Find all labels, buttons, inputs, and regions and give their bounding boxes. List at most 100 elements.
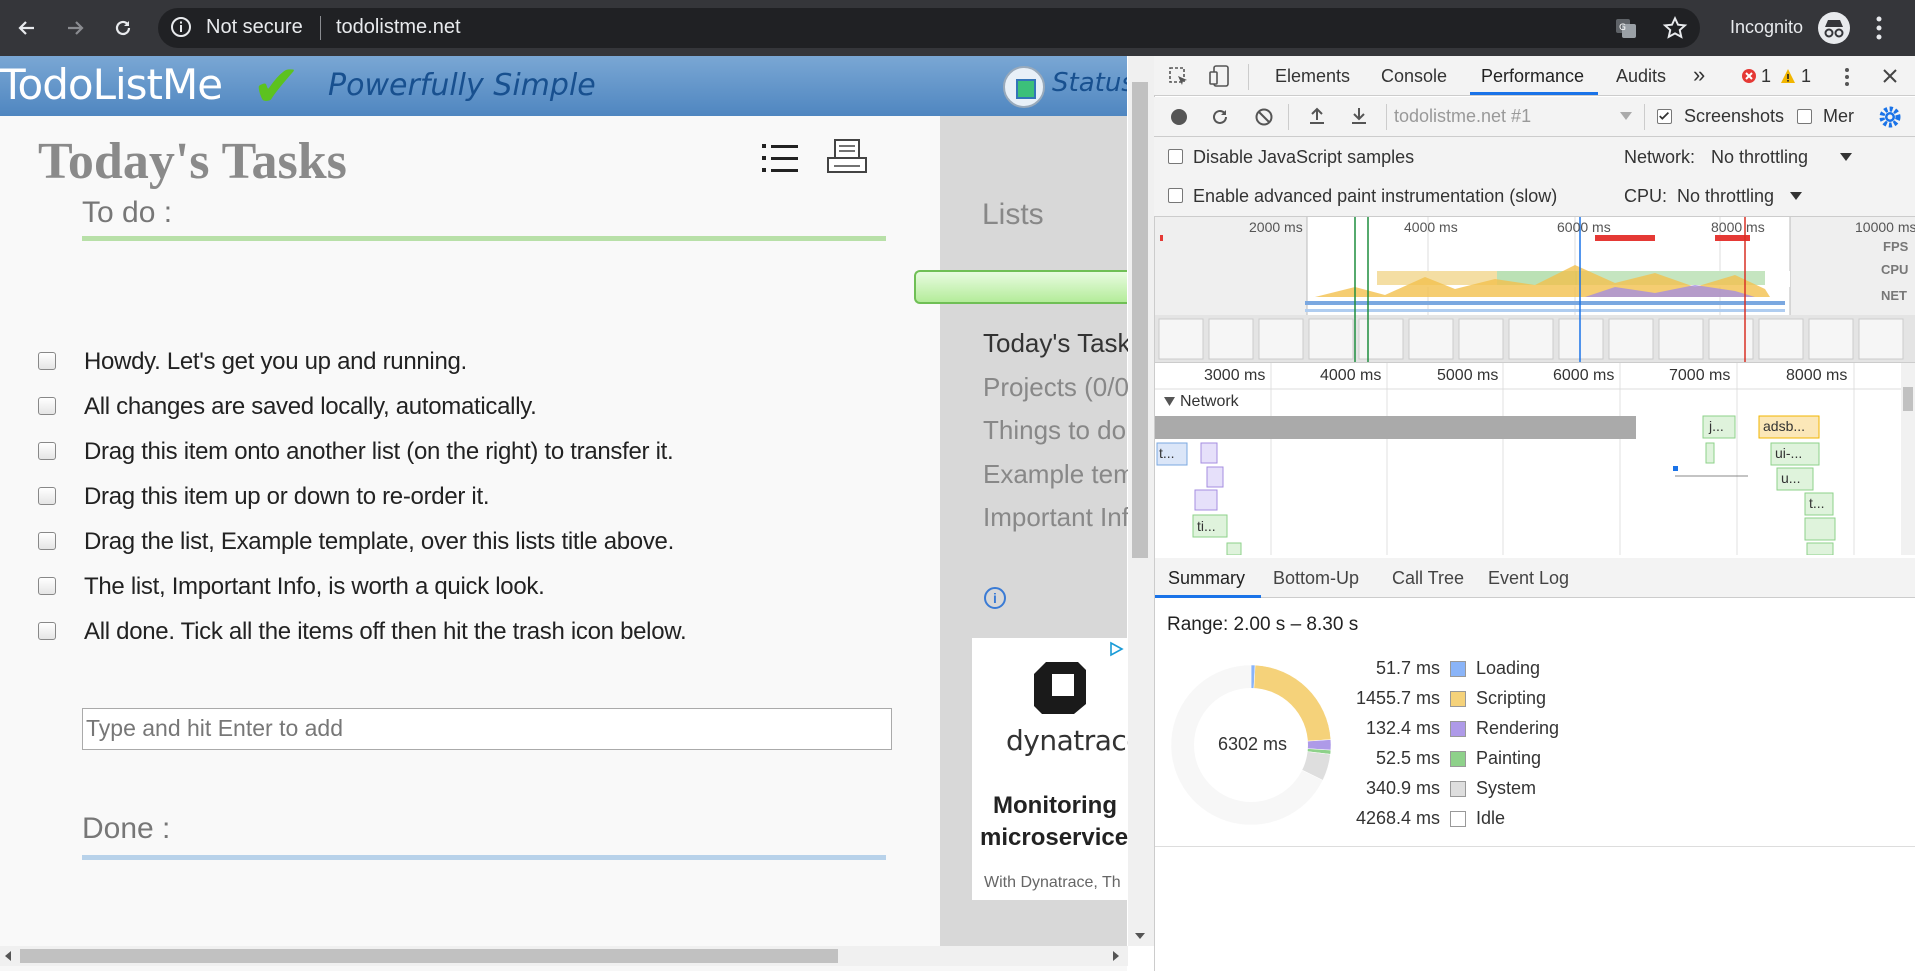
- forward-arrow-icon: [68, 21, 84, 35]
- reload-icon: [115, 20, 131, 36]
- overview-chart: [1155, 217, 1915, 362]
- url-text[interactable]: todolistme.net: [336, 16, 461, 39]
- active-list-highlight[interactable]: [914, 270, 1127, 304]
- scrollbar-thumb[interactable]: [20, 949, 838, 963]
- network-request[interactable]: j...: [1709, 418, 1724, 434]
- network-track-label[interactable]: Network: [1180, 393, 1239, 411]
- lists-heading: Lists: [982, 198, 1044, 231]
- list-item-example-template[interactable]: Example temp: [983, 459, 1149, 490]
- network-request[interactable]: ti...: [1197, 518, 1216, 534]
- scrollbar-thumb[interactable]: [1132, 82, 1148, 558]
- task-checkbox[interactable]: [38, 442, 56, 460]
- task-text[interactable]: Drag this item onto another list (on the…: [84, 438, 674, 466]
- translate-icon[interactable]: G: [1614, 16, 1638, 40]
- memory-checkbox[interactable]: [1797, 109, 1812, 124]
- network-request[interactable]: adsb...: [1763, 418, 1805, 434]
- tab-summary[interactable]: Summary: [1168, 568, 1245, 589]
- status-icon[interactable]: [1003, 66, 1045, 108]
- devtools-menu-icon[interactable]: [1843, 66, 1851, 88]
- network-request[interactable]: ui-...: [1775, 445, 1802, 461]
- timeline-flamechart[interactable]: 3000 ms 4000 ms 5000 ms 6000 ms 7000 ms …: [1155, 363, 1915, 555]
- list-view-icon[interactable]: [762, 142, 798, 174]
- scroll-left-icon[interactable]: [4, 951, 12, 961]
- tab-bottom-up[interactable]: Bottom-Up: [1273, 568, 1359, 589]
- summary-swatch: [1450, 781, 1466, 797]
- info-icon[interactable]: [170, 16, 192, 38]
- tab-audits[interactable]: Audits: [1616, 66, 1666, 87]
- task-checkbox[interactable]: [38, 622, 56, 640]
- task-text[interactable]: Drag this item up or down to re-order it…: [84, 483, 490, 511]
- print-icon[interactable]: [826, 138, 868, 178]
- list-item-important-info[interactable]: Important Info: [983, 502, 1143, 533]
- screenshots-label[interactable]: Screenshots: [1684, 106, 1784, 127]
- disable-js-samples-label[interactable]: Disable JavaScript samples: [1193, 147, 1414, 168]
- download-icon[interactable]: [1350, 106, 1368, 126]
- chevron-down-icon[interactable]: [1840, 153, 1852, 161]
- reload-record-icon[interactable]: [1210, 107, 1230, 127]
- task-checkbox[interactable]: [38, 487, 56, 505]
- network-throttle-select[interactable]: No throttling: [1711, 147, 1808, 168]
- cpu-throttle-select[interactable]: No throttling: [1677, 186, 1774, 207]
- add-task-input[interactable]: Type and hit Enter to add: [82, 708, 892, 750]
- error-count[interactable]: 1: [1761, 66, 1771, 87]
- task-checkbox[interactable]: [38, 397, 56, 415]
- paint-instrumentation-checkbox[interactable]: [1168, 188, 1183, 203]
- gear-icon[interactable]: [1878, 105, 1902, 129]
- summary-row: 4268.4 ms Idle: [1330, 808, 1630, 832]
- tab-elements[interactable]: Elements: [1275, 66, 1350, 87]
- divider: [1386, 104, 1387, 130]
- record-icon[interactable]: [1169, 107, 1189, 127]
- triangle-down-icon[interactable]: [1164, 397, 1175, 406]
- list-item-projects[interactable]: Projects (0/0): [983, 372, 1138, 403]
- summary-value: 52.5 ms: [1375, 748, 1440, 768]
- network-request[interactable]: t...: [1159, 445, 1175, 461]
- tab-performance[interactable]: Performance: [1481, 66, 1584, 87]
- clear-icon[interactable]: [1254, 107, 1274, 127]
- recording-select[interactable]: todolistme.net #1: [1394, 106, 1531, 127]
- disable-js-samples-checkbox[interactable]: [1168, 149, 1183, 164]
- incognito-icon[interactable]: [1818, 12, 1850, 44]
- more-tabs-button[interactable]: »: [1693, 62, 1705, 88]
- site-header: TodoListMe ✔ Powerfully Simple Status: [0, 56, 1127, 119]
- adchoices-icon[interactable]: [1108, 641, 1124, 657]
- memory-label[interactable]: Mer: [1823, 106, 1854, 127]
- timeline-overview[interactable]: 2000 ms 4000 ms 6000 ms 8000 ms 10000 ms…: [1155, 217, 1915, 363]
- task-text[interactable]: All changes are saved locally, automatic…: [84, 393, 537, 421]
- reload-button[interactable]: [106, 11, 140, 45]
- list-item-todays-tasks[interactable]: Today's Tasks: [983, 328, 1144, 359]
- warning-count[interactable]: 1: [1801, 66, 1811, 87]
- error-icon[interactable]: [1741, 68, 1757, 84]
- chevron-down-icon[interactable]: [1790, 192, 1802, 200]
- tab-event-log[interactable]: Event Log: [1488, 568, 1569, 589]
- inspect-element-icon[interactable]: [1168, 66, 1190, 88]
- task-checkbox[interactable]: [38, 532, 56, 550]
- task-checkbox[interactable]: [38, 352, 56, 370]
- task-text[interactable]: Drag the list, Example template, over th…: [84, 528, 674, 556]
- chevron-down-icon[interactable]: [1620, 112, 1632, 120]
- network-request[interactable]: u...: [1781, 470, 1800, 486]
- star-icon[interactable]: [1662, 15, 1688, 41]
- forward-button[interactable]: [58, 11, 92, 45]
- close-icon[interactable]: [1882, 68, 1898, 84]
- info-circle-icon[interactable]: i: [984, 587, 1006, 609]
- page-title[interactable]: Today's Tasks: [38, 132, 347, 191]
- task-checkbox[interactable]: [38, 577, 56, 595]
- task-text[interactable]: All done. Tick all the items off then hi…: [84, 618, 687, 646]
- tab-console[interactable]: Console: [1381, 66, 1447, 87]
- back-button[interactable]: [10, 11, 44, 45]
- task-text[interactable]: The list, Important Info, is worth a qui…: [84, 573, 545, 601]
- scroll-down-icon[interactable]: [1134, 932, 1146, 940]
- scroll-right-icon[interactable]: [1112, 951, 1120, 961]
- menu-kebab-icon[interactable]: [1874, 14, 1884, 42]
- paint-instrumentation-label[interactable]: Enable advanced paint instrumentation (s…: [1193, 186, 1557, 207]
- warning-icon[interactable]: [1780, 68, 1796, 84]
- device-toolbar-icon[interactable]: [1208, 64, 1230, 88]
- security-label[interactable]: Not secure: [206, 16, 303, 39]
- status-link[interactable]: Status: [1052, 68, 1127, 98]
- screenshots-checkbox[interactable]: [1657, 109, 1672, 124]
- site-logo[interactable]: TodoListMe: [0, 60, 223, 109]
- upload-icon[interactable]: [1308, 106, 1326, 126]
- task-text[interactable]: Howdy. Let's get you up and running.: [84, 348, 467, 376]
- tab-call-tree[interactable]: Call Tree: [1392, 568, 1464, 589]
- network-request[interactable]: t...: [1809, 495, 1825, 511]
